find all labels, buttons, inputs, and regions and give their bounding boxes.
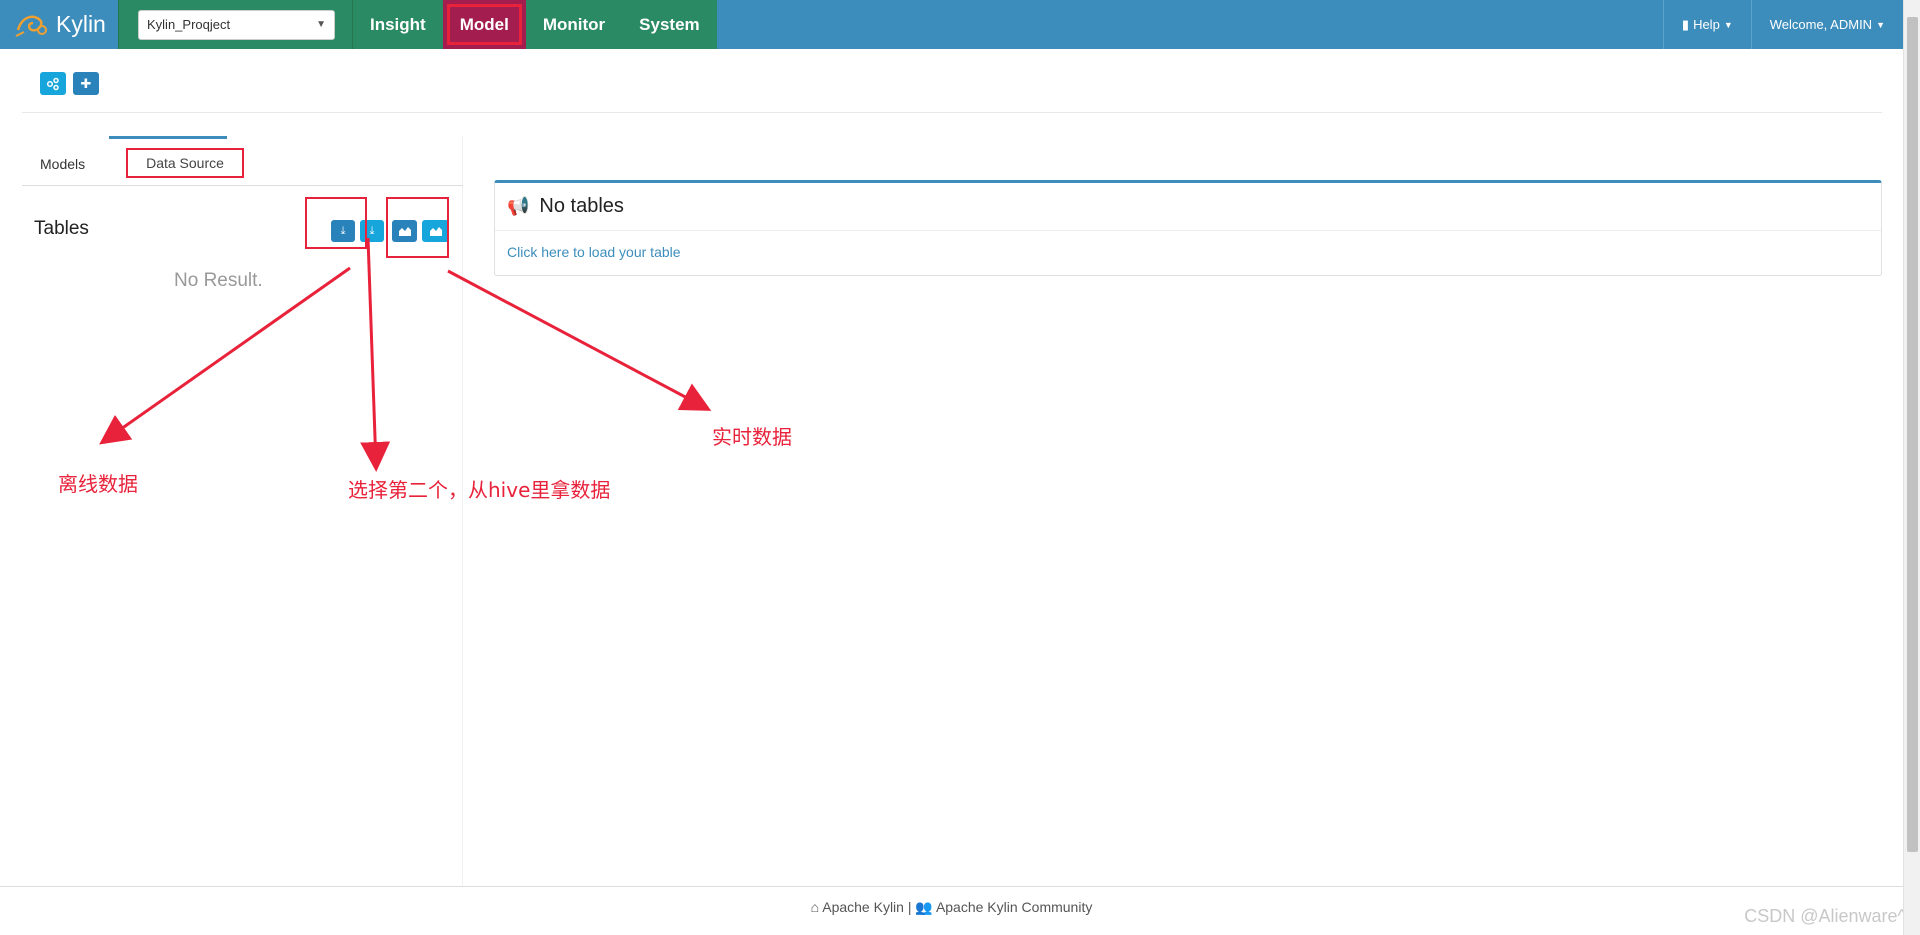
left-panel: Models Data Source Tables ⤓ ⤓ No Result.	[22, 136, 463, 886]
tab-data-source-label: Data Source	[146, 155, 224, 171]
project-select-value: Kylin_Proqject	[147, 17, 231, 32]
tables-title: Tables	[34, 218, 89, 239]
scrollbar-thumb[interactable]	[1907, 17, 1918, 852]
tab-system-label: System	[639, 14, 700, 34]
annotation-box-offline	[305, 197, 367, 249]
top-navbar: Kylin Kylin_Proqject ▼ Insight Model Mon…	[0, 0, 1903, 49]
tab-insight[interactable]: Insight	[353, 0, 443, 49]
project-select[interactable]: Kylin_Proqject ▼	[138, 9, 335, 40]
caret-down-icon: ▼	[1723, 19, 1733, 30]
divider	[22, 112, 1882, 113]
tab-insight-label: Insight	[370, 14, 426, 34]
nav-right: ▮ Help ▼ Welcome, ADMIN ▼	[1662, 0, 1903, 49]
tab-monitor-label: Monitor	[542, 14, 606, 34]
tab-model-label: Model	[459, 14, 509, 34]
tab-data-source[interactable]: Data Source	[126, 148, 244, 178]
bullhorn-icon: 📢	[507, 196, 530, 216]
welcome-label: Welcome, ADMIN	[1769, 17, 1873, 32]
brand-name: Kylin	[56, 11, 106, 37]
book-icon: ▮	[1681, 16, 1690, 32]
caret-down-icon: ▼	[1876, 19, 1885, 30]
active-tab-indicator	[109, 136, 227, 139]
brand[interactable]: Kylin	[0, 0, 118, 49]
add-model-button[interactable]: ✚	[73, 72, 99, 95]
panel-body: Click here to load your table	[495, 231, 1881, 260]
footer-link-kylin[interactable]: Apache Kylin	[822, 899, 904, 915]
tab-models[interactable]: Models	[40, 156, 85, 172]
arrow-realtime	[447, 269, 712, 411]
project-select-wrap: Kylin_Proqject ▼	[118, 0, 352, 49]
tables-panel: 📢 No tables Click here to load your tabl…	[494, 180, 1882, 276]
help-menu[interactable]: ▮ Help ▼	[1662, 0, 1751, 49]
download-icon: ⤓	[369, 224, 375, 237]
watermark: CSDN @Alienware^	[1744, 906, 1906, 926]
annotation-realtime: 实时数据	[712, 425, 792, 449]
plus-icon: ✚	[80, 75, 92, 91]
users-icon: 👥	[915, 899, 933, 915]
load-table-link[interactable]: Click here to load your table	[507, 244, 681, 260]
footer-link-community[interactable]: Apache Kylin Community	[936, 899, 1092, 915]
footer-separator: |	[907, 899, 912, 915]
main-tabs: Insight Model Monitor System	[352, 0, 717, 49]
footer-divider	[0, 886, 1903, 887]
sub-tabs: Models Data Source	[22, 136, 463, 186]
annotation-hive: 选择第二个，从hive里拿数据	[348, 478, 611, 502]
share-nodes-button[interactable]	[40, 72, 66, 95]
vertical-scrollbar[interactable]	[1903, 0, 1920, 935]
help-label: Help	[1693, 17, 1720, 32]
annotation-offline: 离线数据	[58, 472, 138, 496]
caret-down-icon: ▼	[316, 19, 326, 30]
tab-model[interactable]: Model	[442, 0, 526, 49]
tab-models-label: Models	[40, 156, 86, 172]
annotation-box-realtime	[386, 197, 449, 258]
kylin-logo-icon	[15, 15, 47, 37]
tab-system[interactable]: System	[622, 0, 716, 49]
panel-header: 📢 No tables	[495, 183, 1881, 231]
panel-title: No tables	[539, 195, 624, 217]
tab-monitor[interactable]: Monitor	[526, 0, 622, 49]
user-menu[interactable]: Welcome, ADMIN ▼	[1750, 0, 1903, 49]
footer: ⌂ Apache Kylin | 👥 Apache Kylin Communit…	[0, 899, 1903, 916]
home-icon: ⌂	[810, 899, 820, 915]
tables-empty: No Result.	[174, 270, 263, 291]
share-nodes-icon	[46, 77, 59, 90]
